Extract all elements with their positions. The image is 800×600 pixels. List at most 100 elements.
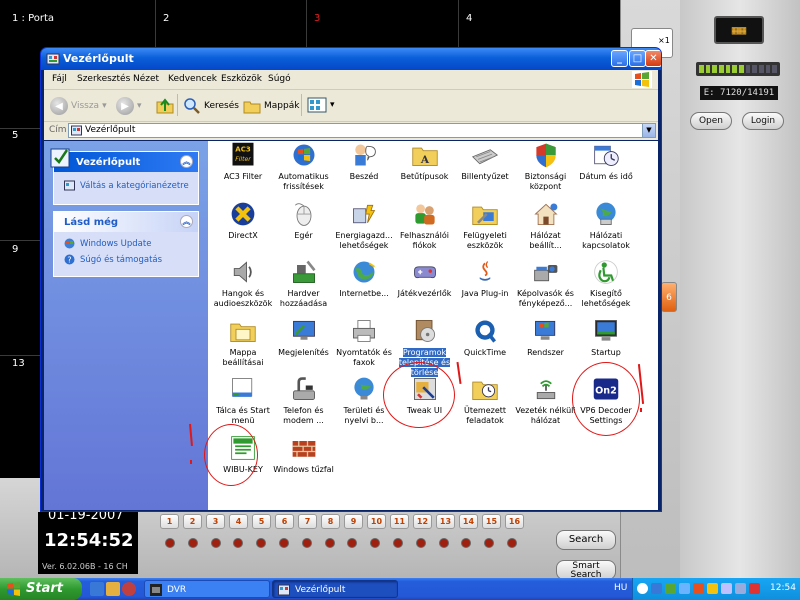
control-panel-item[interactable]: Képolvasók és fényképező...: [515, 258, 577, 309]
control-panel-item[interactable]: Hardver hozzáadása: [273, 258, 335, 309]
camera-button[interactable]: 6: [275, 514, 294, 529]
menu-tools[interactable]: Eszközök: [221, 74, 262, 84]
control-panel-item[interactable]: Játékvezérlők: [394, 258, 456, 299]
camera-button[interactable]: 11: [390, 514, 409, 529]
control-panel-item[interactable]: Megjelenítés: [273, 317, 335, 358]
camera-button[interactable]: 1: [160, 514, 179, 529]
address-input[interactable]: Vezérlőpult ▼: [68, 123, 656, 138]
camera-button[interactable]: 2: [183, 514, 202, 529]
control-panel-item[interactable]: Energiagazd... lehetőségek: [333, 200, 395, 251]
svg-text:Filter: Filter: [235, 155, 251, 163]
tray-app-icon[interactable]: [679, 583, 690, 594]
control-panel-item-label: Startup: [591, 347, 621, 357]
control-panel-item[interactable]: Windows tűzfal: [273, 434, 335, 475]
control-panel-item[interactable]: Nyomtatók és faxok: [333, 317, 395, 368]
control-panel-item[interactable]: Dátum és idő: [575, 141, 637, 182]
view-6-button[interactable]: 6: [661, 282, 677, 312]
camera-button[interactable]: 9: [344, 514, 363, 529]
ie-quicklaunch-icon[interactable]: [90, 582, 104, 596]
open-button[interactable]: Open: [690, 112, 732, 130]
control-panel-item[interactable]: Hálózat beállít...: [515, 200, 577, 251]
collapse-icon[interactable]: ︽: [180, 155, 193, 168]
camera-led: [211, 539, 220, 547]
help-support-link[interactable]: ? Súgó és támogatás: [54, 252, 198, 268]
camera-button[interactable]: 15: [482, 514, 501, 529]
forward-arrow-icon: ▶: [116, 97, 134, 115]
windows-update-link[interactable]: Windows Update: [54, 236, 198, 252]
camera-led: [416, 539, 425, 547]
control-panel-item[interactable]: Startup: [575, 317, 637, 358]
tray-back-icon[interactable]: [637, 583, 648, 594]
taskbar-item-control-panel[interactable]: Vezérlőpult: [272, 580, 398, 598]
control-panel-item[interactable]: Felügyeleti eszközök: [454, 200, 516, 251]
title-bar[interactable]: Vezérlőpult _ □ ✕: [41, 48, 661, 70]
desktop-quicklaunch-icon[interactable]: [106, 582, 120, 596]
tray-network-icon[interactable]: [651, 583, 662, 594]
media-quicklaunch-icon[interactable]: [122, 582, 136, 596]
tray-app-icon[interactable]: [665, 583, 676, 594]
search-button[interactable]: Keresés: [183, 97, 239, 115]
control-panel-item[interactable]: Rendszer: [515, 317, 577, 358]
control-panel-item[interactable]: Felhasználói fiókok: [394, 200, 456, 251]
camera-button[interactable]: 8: [321, 514, 340, 529]
control-panel-item[interactable]: A Betűtípusok: [394, 141, 456, 182]
control-panel-item[interactable]: Kisegítő lehetőségek: [575, 258, 637, 309]
camera-button[interactable]: 16: [505, 514, 524, 529]
folders-button[interactable]: Mappák: [243, 97, 299, 115]
camera-button[interactable]: 10: [367, 514, 386, 529]
control-panel-item[interactable]: Egér: [273, 200, 335, 241]
menu-edit[interactable]: Szerkesztés: [77, 74, 130, 84]
control-panel-item[interactable]: Internetbe...: [333, 258, 395, 299]
control-panel-item[interactable]: Mappa beállításai: [212, 317, 274, 368]
control-panel-item[interactable]: Billentyűzet: [454, 141, 516, 182]
language-indicator[interactable]: HU: [614, 583, 627, 593]
control-panel-item[interactable]: Biztonsági központ: [515, 141, 577, 192]
control-panel-item[interactable]: Hangok és audioeszközök: [212, 258, 274, 309]
menu-favorites[interactable]: Kedvencek: [168, 74, 217, 84]
camera-button[interactable]: 4: [229, 514, 248, 529]
views-button[interactable]: ▾: [307, 97, 335, 113]
control-panel-item[interactable]: Automatikus frissítések: [273, 141, 335, 192]
control-panel-item[interactable]: Vezeték nélküli hálózat: [515, 375, 577, 426]
up-folder-button[interactable]: [156, 97, 174, 115]
camera-button[interactable]: 7: [298, 514, 317, 529]
camera-button[interactable]: 14: [459, 514, 478, 529]
tray-volume-icon[interactable]: [735, 583, 746, 594]
control-panel-item[interactable]: Hálózati kapcsolatok: [575, 200, 637, 251]
control-panel-item[interactable]: AC3 Filter AC3 Filter: [212, 141, 274, 182]
search-button[interactable]: Search: [556, 530, 616, 550]
switch-category-view-link[interactable]: Váltás a kategórianézetre: [54, 178, 198, 194]
control-panel-item[interactable]: Ütemezett feladatok: [454, 375, 516, 426]
taskbar-item-dvr[interactable]: DVR: [144, 580, 270, 598]
control-panel-item[interactable]: DirectX: [212, 200, 274, 241]
login-button[interactable]: Login: [742, 112, 784, 130]
maximize-button[interactable]: □: [629, 50, 646, 67]
camera-button[interactable]: 3: [206, 514, 225, 529]
smart-search-button[interactable]: Smart Search: [556, 560, 616, 580]
camera-button[interactable]: 5: [252, 514, 271, 529]
minimize-button[interactable]: _: [611, 50, 628, 67]
control-panel-item[interactable]: QuickTime: [454, 317, 516, 358]
address-dropdown-button[interactable]: ▼: [642, 124, 655, 137]
close-button[interactable]: ✕: [645, 50, 661, 67]
tray-security-icon[interactable]: [749, 583, 760, 594]
control-panel-item[interactable]: Beszéd: [333, 141, 395, 182]
section-header[interactable]: Vezérlőpult ︽: [50, 148, 198, 172]
menu-file[interactable]: Fájl: [52, 74, 67, 84]
back-button[interactable]: ◀ Vissza ▾: [50, 97, 107, 115]
menu-view[interactable]: Nézet: [133, 74, 159, 84]
control-panel-item[interactable]: Tálca és Start menü: [212, 375, 274, 426]
camera-led: [234, 539, 243, 547]
control-panel-item[interactable]: Telefon és modem ...: [273, 375, 335, 426]
control-panel-item[interactable]: Java Plug-in: [454, 258, 516, 299]
camera-button[interactable]: 12: [413, 514, 432, 529]
start-button[interactable]: Start: [0, 578, 82, 600]
menu-help[interactable]: Súgó: [268, 74, 291, 84]
tray-app-icon[interactable]: [707, 583, 718, 594]
tray-app-icon[interactable]: [693, 583, 704, 594]
forward-button[interactable]: ▶ ▾: [116, 97, 142, 115]
collapse-icon[interactable]: ︽: [180, 215, 193, 228]
camera-button[interactable]: 13: [436, 514, 455, 529]
tray-app-icon[interactable]: [721, 583, 732, 594]
section-header[interactable]: Lásd még ︽: [54, 212, 198, 232]
